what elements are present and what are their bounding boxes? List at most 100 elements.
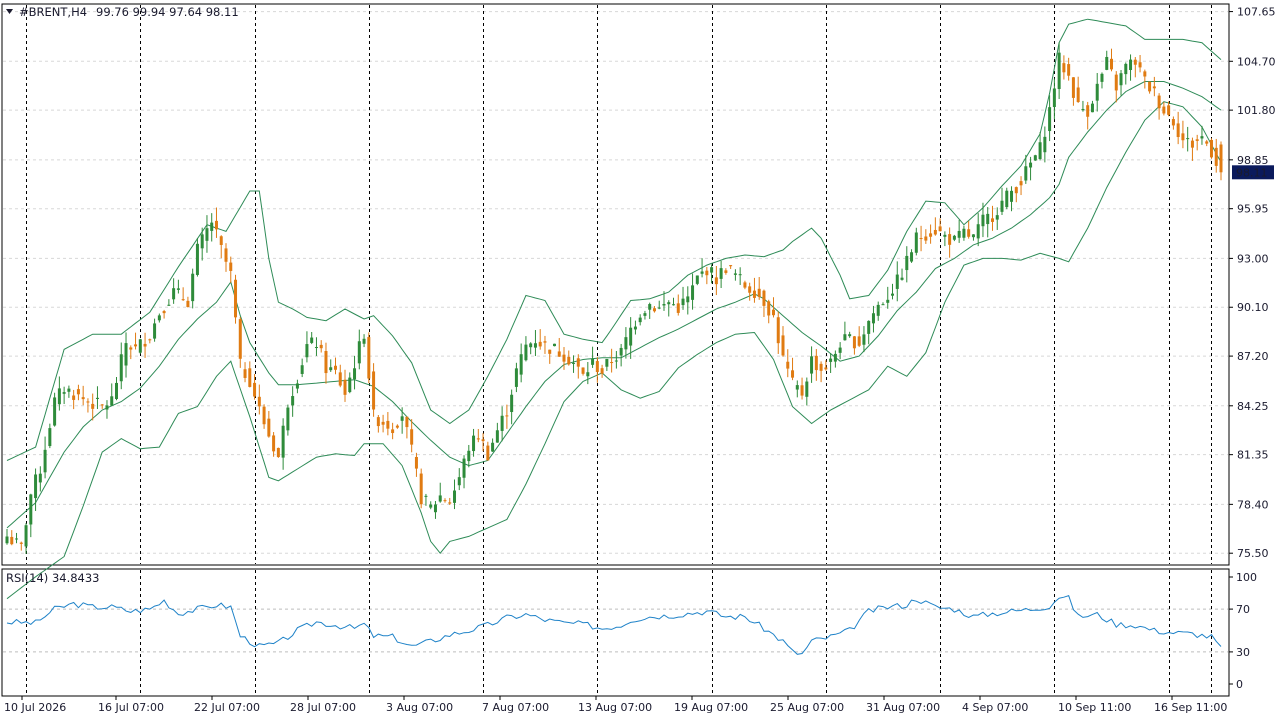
candle-body xyxy=(357,341,361,364)
candle-body xyxy=(253,382,257,397)
candle xyxy=(195,238,199,277)
time-tick-label: 28 Jul 07:00 xyxy=(290,701,356,714)
candle-body xyxy=(443,500,447,502)
current-price-tag: 98.11 xyxy=(1232,165,1274,180)
candle-body xyxy=(752,290,756,298)
rsi-axis[interactable]: 100 70 30 0 xyxy=(1229,571,1257,691)
current-price-value: 98.11 xyxy=(1236,166,1268,179)
candle-body xyxy=(86,401,90,403)
candle-body xyxy=(743,282,747,288)
candle-body xyxy=(200,234,204,249)
candle-body xyxy=(305,344,309,358)
candle-body xyxy=(967,229,971,237)
candle-body xyxy=(457,477,461,486)
candle-body xyxy=(786,361,790,369)
rsi-panel-frame[interactable] xyxy=(1,568,1230,697)
candle-body xyxy=(643,313,647,316)
candle-body xyxy=(691,285,695,300)
candle-body xyxy=(971,234,975,238)
candle-body xyxy=(205,228,209,241)
candle-body xyxy=(34,474,38,499)
candle-body xyxy=(524,344,528,361)
trading-chart[interactable]: 107.65 104.70 101.80 98.85 95.95 93.00 90.10 87… xyxy=(0,0,1280,720)
candle-body xyxy=(129,347,133,350)
candle-body xyxy=(162,311,166,314)
candle-body xyxy=(610,362,614,364)
candle-body xyxy=(419,473,423,505)
candle-body xyxy=(681,298,685,306)
price-tick-label: 93.00 xyxy=(1237,252,1269,265)
candle-body xyxy=(929,233,933,237)
candle-body xyxy=(224,248,228,262)
candle-body xyxy=(1062,63,1066,73)
candle-body xyxy=(143,343,147,347)
candle-body xyxy=(529,343,533,348)
candle-body xyxy=(467,450,471,462)
candle-body xyxy=(981,214,985,227)
candle-body xyxy=(172,288,176,300)
candle-body xyxy=(476,438,480,440)
main-chart-frame[interactable] xyxy=(1,3,1230,566)
time-axis[interactable]: 10 Jul 2026 16 Jul 07:00 22 Jul 07:00 28 Ju… xyxy=(4,696,1227,714)
price-tick-label: 101.80 xyxy=(1237,104,1276,117)
candle-body xyxy=(519,354,523,375)
candle-body xyxy=(829,358,833,362)
candle-body xyxy=(586,372,590,377)
candle-body xyxy=(95,397,99,399)
candle-body xyxy=(495,430,499,443)
candle-body xyxy=(1129,59,1133,71)
candle-body xyxy=(1105,56,1109,70)
candle-body xyxy=(1152,86,1156,89)
candle-body xyxy=(957,230,961,238)
candle-body xyxy=(938,226,942,232)
candle-body xyxy=(1133,59,1137,65)
candle-body xyxy=(119,354,123,382)
candle-body xyxy=(824,367,828,370)
candle-body xyxy=(153,323,157,339)
candle-body xyxy=(810,356,814,374)
time-tick-label: 7 Aug 07:00 xyxy=(482,701,549,714)
candle-body xyxy=(429,504,433,508)
rsi-tick-label: 70 xyxy=(1236,603,1250,616)
candle-body xyxy=(814,355,818,371)
candle-body xyxy=(633,326,637,330)
price-tick-label: 84.25 xyxy=(1237,400,1269,413)
candle-body xyxy=(729,265,733,267)
candle-body xyxy=(1195,139,1199,141)
candle-body xyxy=(191,273,195,302)
candle-body xyxy=(195,243,199,275)
candle-body xyxy=(852,336,856,349)
candle-body xyxy=(448,502,452,504)
candle-body xyxy=(724,270,728,273)
candle-body xyxy=(148,339,152,341)
time-tick-label: 19 Aug 07:00 xyxy=(674,701,748,714)
candle-body xyxy=(986,213,990,225)
time-tick-label: 10 Jul 2026 xyxy=(4,701,66,714)
candle-body xyxy=(667,302,671,305)
candle-body xyxy=(710,267,714,273)
candle-body xyxy=(300,365,304,374)
candle-body xyxy=(210,222,214,231)
candle-body xyxy=(310,337,314,343)
candle-body xyxy=(314,347,318,349)
candle-body xyxy=(705,270,709,276)
candle-body xyxy=(57,388,61,405)
candle-body xyxy=(990,218,994,222)
candle-body xyxy=(719,268,723,279)
candle-body xyxy=(1024,166,1028,181)
candle-body xyxy=(848,334,852,337)
price-axis[interactable]: 107.65 104.70 101.80 98.85 95.95 93.00 90.10 87… xyxy=(1229,6,1276,561)
candle-body xyxy=(919,238,923,240)
candle-body xyxy=(933,229,937,235)
candle-body xyxy=(348,377,352,393)
candle-body xyxy=(262,406,266,425)
candle-body xyxy=(538,341,542,347)
candle-body xyxy=(1209,139,1213,158)
candle-body xyxy=(138,339,142,353)
ohlc-readout: 99.76 99.94 97.64 98.11 xyxy=(96,5,239,19)
candle-body xyxy=(1219,144,1223,173)
candle xyxy=(552,343,556,347)
candle-body xyxy=(24,525,28,547)
candle-body xyxy=(757,288,761,297)
candle-body xyxy=(567,356,571,365)
